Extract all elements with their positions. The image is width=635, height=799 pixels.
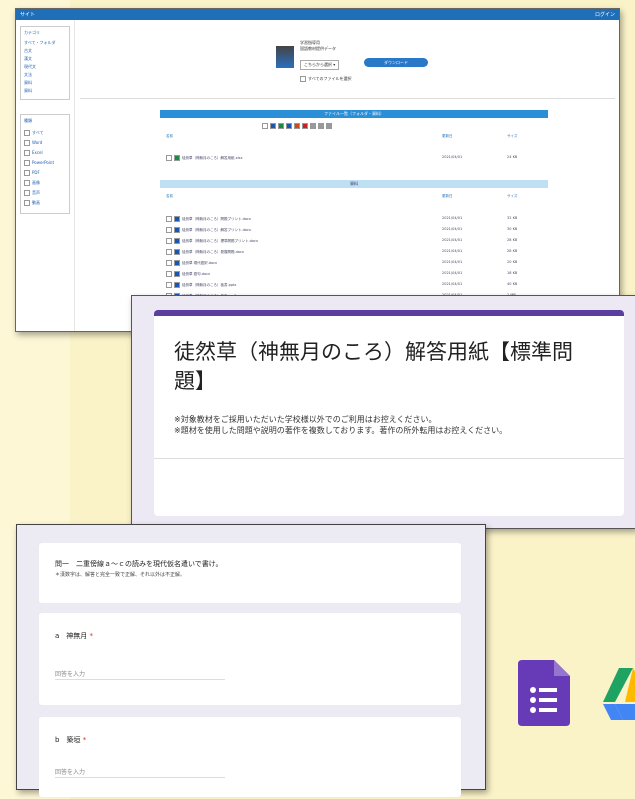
answer-card-b: b 築垣 * 回答を入力 — [39, 717, 461, 797]
filter-item[interactable]: 音声 — [24, 190, 66, 196]
sidebar-item[interactable]: 資料 — [24, 80, 66, 85]
type-toggle[interactable] — [262, 123, 334, 129]
form-title: 徒然草（神無月のころ）解答用紙【標準問題】 — [174, 340, 573, 393]
table-row[interactable]: 徒然草（神無月のころ）発展問題.docx 2021/04/01 28 KB — [162, 249, 548, 255]
checkbox[interactable] — [24, 180, 30, 186]
question-card: 問一 二重傍線ａ～ｃの読みを現代仮名遣いで書け。 ＊漢数字は、解答と完全一致で正… — [39, 543, 461, 603]
form-description: ※対象教材をご採用いただいた学校様以外でのご利用はお控えください。 ※題材を使用… — [174, 415, 508, 435]
checkbox[interactable] — [24, 170, 30, 176]
product-info: 学習指導用 国語教材提供データ こちらから選択 ▾ ダウンロード すべてのファイ… — [276, 38, 451, 88]
sidebar-item[interactable]: 現代文 — [24, 64, 66, 69]
form-questions-screenshot: 問一 二重傍線ａ～ｃの読みを現代仮名遣いで書け。 ＊漢数字は、解答と完全一致で正… — [16, 524, 486, 797]
site-header: サイト ログイン — [16, 9, 619, 20]
file-list-bar: ファイル一覧（フォルダ・資料） — [160, 110, 548, 118]
table-row[interactable]: 徒然草（神無月のころ）解答用紙.xlsx 2021/04/01 24 KB — [162, 155, 548, 161]
item-b-label: b 築垣 * — [55, 736, 87, 744]
filter-item[interactable]: すべて — [24, 130, 66, 136]
filter-item[interactable]: 動画 — [24, 200, 66, 206]
table-header: 名前 更新日 サイズ — [166, 134, 518, 138]
divider — [154, 458, 624, 459]
download-button[interactable]: ダウンロード — [364, 58, 428, 67]
filter-item[interactable]: Excel — [24, 150, 66, 156]
question-text: 問一 二重傍線ａ～ｃの読みを現代仮名遣いで書け。 — [55, 560, 223, 568]
divider — [80, 98, 615, 99]
sidebar-item[interactable]: 資料 — [24, 88, 66, 93]
item-a-label: a 神無月 * — [55, 632, 94, 640]
filter-item[interactable]: PowerPoint — [24, 160, 66, 166]
filter-item[interactable]: PDF — [24, 170, 66, 176]
filter-item[interactable]: Word — [24, 140, 66, 146]
select-all-checkbox[interactable]: すべてのファイルを選択 — [300, 76, 352, 82]
checkbox[interactable] — [24, 130, 30, 136]
site-logo[interactable]: サイト — [20, 11, 35, 18]
item-b-input[interactable]: 回答を入力 — [55, 767, 225, 778]
table-row[interactable]: 徒然草（神無月のころ）板書.pptx 2021/04/01 40 KB — [162, 282, 548, 288]
filter-box: 種類 すべて Word Excel PowerPoint PDF 画像 音声 動… — [20, 114, 70, 214]
category-heading: カテゴリ — [24, 30, 40, 35]
filter-item[interactable]: 画像 — [24, 180, 66, 186]
category-box: カテゴリ すべて・フォルダ 古文 漢文 現代文 文法 資料 資料 — [20, 26, 70, 100]
checkbox[interactable] — [24, 160, 30, 166]
main-content: 学習指導用 国語教材提供データ こちらから選択 ▾ ダウンロード すべてのファイ… — [80, 20, 615, 331]
checkbox[interactable] — [24, 190, 30, 196]
checkbox[interactable] — [24, 140, 30, 146]
select-dropdown[interactable]: こちらから選択 ▾ — [300, 60, 340, 70]
product-title-2: 国語教材提供データ — [300, 46, 336, 51]
table-row[interactable]: 徒然草（神無月のころ）解答プリント.docx 2021/04/01 30 KB — [162, 227, 548, 233]
answer-card-a: a 神無月 * 回答を入力 — [39, 613, 461, 705]
question-note: ＊漢数字は、解答と完全一致で正解、それ以外は不正解。 — [55, 572, 186, 578]
form-title-card: 徒然草（神無月のころ）解答用紙【標準問題】 ※対象教材をご採用いただいた学校様以… — [154, 310, 624, 516]
checkbox[interactable] — [24, 200, 30, 206]
table-row[interactable]: 徒然草（神無月のころ）問題プリント.docx 2021/04/01 32 KB — [162, 216, 548, 222]
file-list-screenshot: サイト ログイン カテゴリ すべて・フォルダ 古文 漢文 現代文 文法 資料 資… — [15, 8, 620, 332]
filter-heading: 種類 — [24, 118, 32, 123]
login-link[interactable]: ログイン — [595, 11, 615, 18]
sidebar-item[interactable]: 文法 — [24, 72, 66, 77]
table-row[interactable]: 徒然草 語句.docx 2021/04/01 18 KB — [162, 271, 548, 277]
table-row[interactable]: 徒然草（神無月のころ）標準問題プリント.docx 2021/04/01 28 KB — [162, 238, 548, 244]
table-row[interactable]: 徒然草 現代語訳.docx 2021/04/01 20 KB — [162, 260, 548, 266]
table-header: 名前 更新日 サイズ — [166, 194, 518, 198]
sidebar-item[interactable]: 古文 — [24, 48, 66, 53]
sidebar: カテゴリ すべて・フォルダ 古文 漢文 現代文 文法 資料 資料 種類 すべて … — [16, 20, 75, 331]
sidebar-item[interactable]: すべて・フォルダ — [24, 40, 66, 45]
file-type-toggles — [162, 123, 548, 129]
checkbox[interactable] — [24, 150, 30, 156]
sidebar-item[interactable]: 漢文 — [24, 56, 66, 61]
section-bar[interactable]: 資料 — [160, 180, 548, 188]
book-cover-image — [276, 46, 294, 68]
google-forms-icon — [518, 660, 570, 726]
item-a-input[interactable]: 回答を入力 — [55, 669, 225, 680]
google-drive-icon — [603, 668, 635, 720]
form-header-screenshot: 徒然草（神無月のころ）解答用紙【標準問題】 ※対象教材をご採用いただいた学校様以… — [131, 295, 635, 529]
